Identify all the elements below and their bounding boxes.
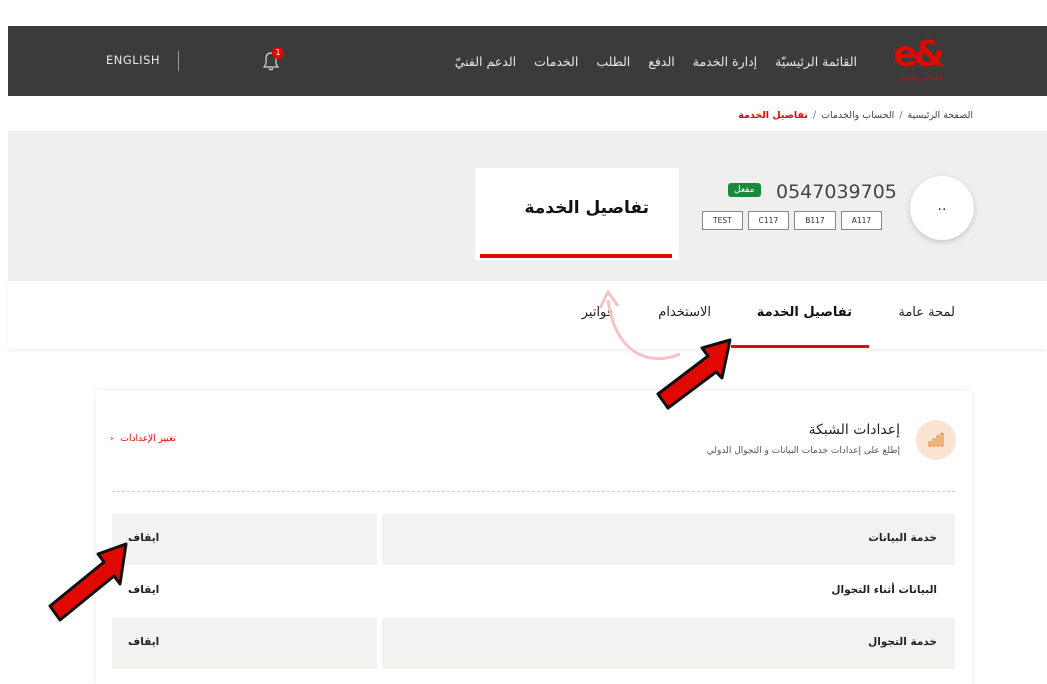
tag-c117: C117	[747, 211, 790, 230]
change-settings-link[interactable]: تغيير الإعدادات ‹	[110, 434, 176, 444]
nav-item-support[interactable]: الدعم الفنيّ	[455, 54, 516, 69]
curved-hint-arrow	[598, 289, 732, 410]
tag-a117: A117	[840, 211, 883, 230]
nav-item-payment[interactable]: الدفع	[648, 54, 674, 69]
row-split	[377, 618, 382, 669]
tab-service-details[interactable]: تفاصيل الخدمة	[757, 305, 852, 320]
signal-bars-icon	[916, 420, 956, 460]
setting-row-roaming-service: خدمة التجوال ايقاف	[112, 618, 955, 669]
title-underline	[480, 254, 672, 258]
logo-mark: e&	[893, 34, 945, 75]
page-title-card: تفاصيل الخدمة	[475, 168, 679, 260]
service-tags: A117 B117 C117 TEST	[702, 211, 883, 230]
page-title: تفاصيل الخدمة	[524, 198, 649, 218]
nav-item-home[interactable]: القائمة الرئيسيّة	[775, 54, 857, 69]
setting-value: ايقاف	[128, 636, 160, 648]
breadcrumb: الصفحة الرئيسية / الحساب والخدمات / تفاصيل ا…	[738, 110, 973, 121]
nav-item-services[interactable]: الخدمات	[534, 54, 578, 69]
nav-item-service-management[interactable]: إدارة الخدمة	[693, 54, 757, 69]
brand-logo[interactable]: e& الحالات والمزيد	[875, 34, 945, 88]
notifications-button[interactable]: 1	[262, 47, 284, 72]
chevron-left-icon: ‹	[110, 434, 114, 444]
tag-test: TEST	[702, 211, 743, 230]
logo-tagline: الحالات والمزيد	[898, 74, 943, 82]
row-split	[377, 514, 382, 565]
setting-row-roaming-data: البيانات أثناء التجوال ايقاف	[112, 566, 955, 617]
breadcrumb-current: تفاصيل الخدمة	[738, 110, 808, 121]
header-divider	[178, 51, 179, 71]
change-settings-label: تغيير الإعدادات	[120, 434, 176, 444]
section-divider	[112, 491, 955, 492]
notification-count-badge: 1	[272, 47, 284, 59]
language-switch[interactable]: ENGLISH	[106, 53, 160, 67]
setting-label: خدمة البيانات	[868, 532, 937, 544]
breadcrumb-account[interactable]: الحساب والخدمات	[821, 110, 894, 121]
phone-number: 0547039705	[776, 181, 897, 203]
tag-b117: B117	[794, 211, 836, 230]
setting-label: خدمة التجوال	[868, 636, 937, 648]
section-subtitle: إطلع على إعدادات خدمات البيانات و التجوا…	[706, 446, 900, 456]
service-hero: .. 0547039705 مفعل A117 B117 C117 TEST ت…	[8, 131, 1047, 281]
breadcrumb-separator: /	[899, 110, 903, 121]
top-navigation-bar: e& الحالات والمزيد القائمة الرئيسيّة إدا…	[8, 26, 1047, 96]
breadcrumb-separator: /	[812, 110, 817, 121]
main-nav: القائمة الرئيسيّة إدارة الخدمة الدفع الط…	[455, 26, 857, 96]
pointer-arrow-icon	[48, 542, 128, 622]
breadcrumb-home[interactable]: الصفحة الرئيسية	[907, 110, 973, 121]
status-badge: مفعل	[728, 183, 761, 197]
active-tab-indicator	[731, 345, 869, 348]
setting-row-data-service: خدمة البيانات ايقاف	[112, 514, 955, 565]
setting-label: البيانات أثناء التجوال	[831, 584, 937, 596]
avatar: ..	[910, 176, 974, 240]
tab-overview[interactable]: لمحة عامة	[898, 305, 955, 320]
network-settings-card: إعدادات الشبكة إطلع على إعدادات خدمات ال…	[96, 390, 972, 684]
section-title: إعدادات الشبكة	[808, 422, 900, 438]
nav-item-order[interactable]: الطلب	[596, 54, 630, 69]
tab-bar: لمحة عامة تفاصيل الخدمة الاستخدام فواتير	[8, 281, 1047, 349]
